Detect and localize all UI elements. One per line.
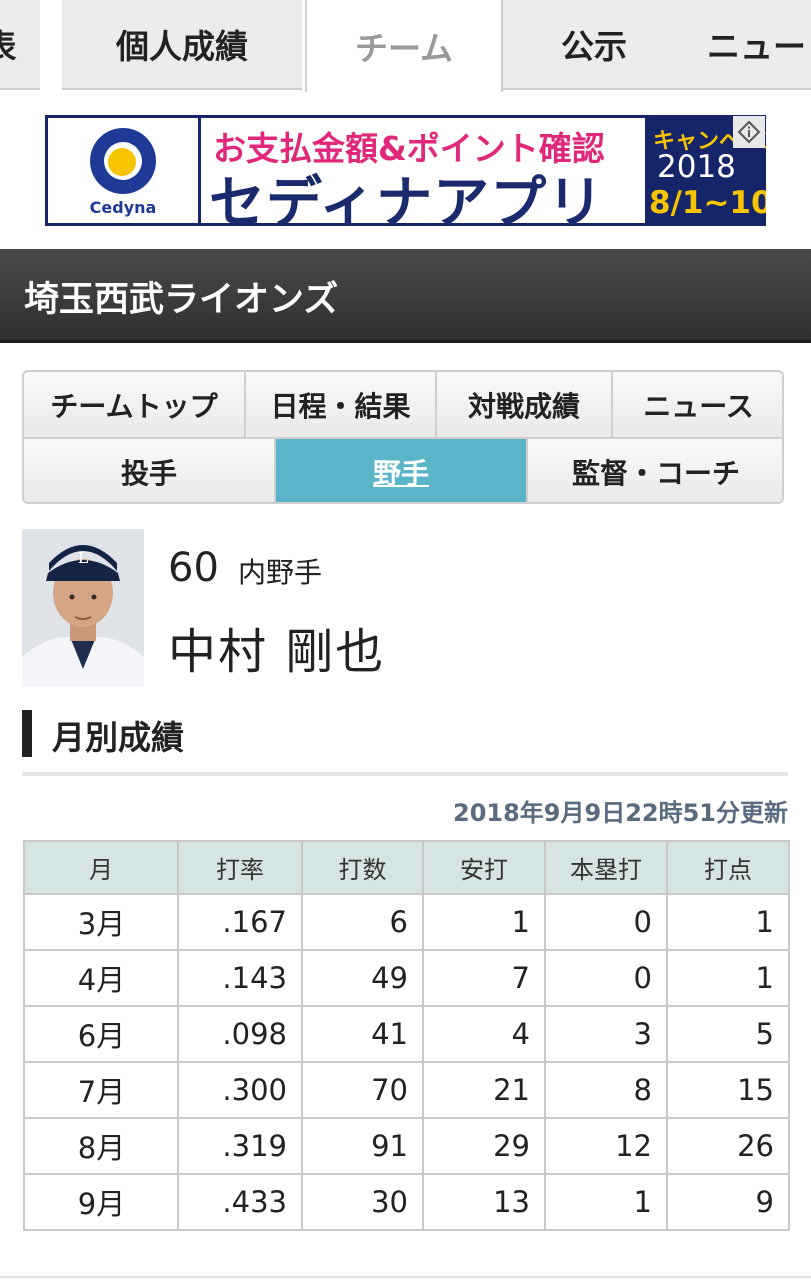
banner-copy: お支払金額&ポイント確認 セディナアプリ bbox=[201, 118, 645, 226]
team-header: 埼玉西武ライオンズ bbox=[0, 249, 811, 343]
subnav-news[interactable]: ニュース bbox=[613, 372, 782, 437]
table-row: 4月 .143 49 7 0 1 bbox=[23, 949, 790, 1007]
cell-home-runs: 3 bbox=[544, 1005, 668, 1063]
table-row: 3月 .167 6 1 0 1 bbox=[23, 893, 790, 951]
cedyna-logo: Cedyna bbox=[48, 118, 198, 223]
col-header-hits: 安打 bbox=[422, 840, 546, 895]
cell-home-runs: 1 bbox=[544, 1173, 668, 1231]
cell-home-runs: 0 bbox=[544, 949, 668, 1007]
cell-avg: .319 bbox=[177, 1117, 303, 1175]
col-header-rbi: 打点 bbox=[666, 840, 790, 895]
tab-team[interactable]: チーム bbox=[305, 0, 503, 92]
subnav-coaches[interactable]: 監督・コーチ bbox=[528, 439, 782, 502]
tab-hyo[interactable]: 表 bbox=[0, 0, 40, 90]
cell-at-bats: 91 bbox=[301, 1117, 424, 1175]
cell-home-runs: 0 bbox=[544, 893, 668, 951]
logo-text: Cedyna bbox=[89, 198, 157, 217]
section-divider bbox=[22, 772, 788, 776]
tab-label: 公示 bbox=[561, 27, 627, 66]
col-header-month: 月 bbox=[23, 840, 179, 895]
cell-at-bats: 6 bbox=[301, 893, 424, 951]
cell-avg: .300 bbox=[177, 1061, 303, 1119]
tab-news[interactable]: ニュー bbox=[685, 0, 811, 90]
table-row: 6月 .098 41 4 3 5 bbox=[23, 1005, 790, 1063]
svg-text:L: L bbox=[78, 548, 89, 567]
campaign-dates: 8/1~10/31 bbox=[649, 185, 766, 221]
cell-hits: 29 bbox=[422, 1117, 546, 1175]
cell-hits: 13 bbox=[422, 1173, 546, 1231]
campaign-year: 2018 bbox=[657, 149, 736, 185]
cell-rbi: 26 bbox=[666, 1117, 790, 1175]
col-header-avg: 打率 bbox=[177, 840, 303, 895]
cell-avg: .433 bbox=[177, 1173, 303, 1231]
cell-hits: 1 bbox=[422, 893, 546, 951]
subnav-matchups[interactable]: 対戦成績 bbox=[437, 372, 613, 437]
tab-label: 個人成績 bbox=[116, 27, 248, 66]
subnav-schedule-results[interactable]: 日程・結果 bbox=[246, 372, 437, 437]
cell-at-bats: 41 bbox=[301, 1005, 424, 1063]
table-row: 8月 .319 91 29 12 26 bbox=[23, 1117, 790, 1175]
subnav-fielders[interactable]: 野手 bbox=[276, 439, 528, 502]
tab-individual-stats[interactable]: 個人成績 bbox=[62, 0, 302, 90]
tab-label: ニュー bbox=[707, 27, 806, 66]
cell-month: 8月 bbox=[23, 1117, 179, 1175]
cell-month: 7月 bbox=[23, 1061, 179, 1119]
subnav-row-2: 投手 野手 監督・コーチ bbox=[24, 439, 782, 502]
cell-at-bats: 70 bbox=[301, 1061, 424, 1119]
cell-hits: 4 bbox=[422, 1005, 546, 1063]
table-row: 9月 .433 30 13 1 9 bbox=[23, 1173, 790, 1231]
player-photo: L bbox=[22, 529, 144, 687]
banner-app-name: セディナアプリ bbox=[209, 171, 605, 226]
section-accent-bar bbox=[22, 710, 32, 757]
updated-timestamp: 2018年9月9日22時51分更新 bbox=[453, 799, 788, 827]
subnav-team-top[interactable]: チームトップ bbox=[24, 372, 246, 437]
team-name: 埼玉西武ライオンズ bbox=[24, 280, 339, 320]
cell-avg: .143 bbox=[177, 949, 303, 1007]
player-number: 60 bbox=[168, 545, 219, 591]
ad-banner[interactable]: Cedyna お支払金額&ポイント確認 セディナアプリ キャンペーン 2018 … bbox=[45, 115, 766, 226]
cell-at-bats: 49 bbox=[301, 949, 424, 1007]
footer-divider bbox=[0, 1276, 811, 1278]
cell-month: 3月 bbox=[23, 893, 179, 951]
table-row: 7月 .300 70 21 8 15 bbox=[23, 1061, 790, 1119]
cell-at-bats: 30 bbox=[301, 1173, 424, 1231]
cell-rbi: 9 bbox=[666, 1173, 790, 1231]
cell-month: 9月 bbox=[23, 1173, 179, 1231]
cell-hits: 21 bbox=[422, 1061, 546, 1119]
player-name: 中村 剛也 bbox=[168, 624, 386, 680]
cell-avg: .167 bbox=[177, 893, 303, 951]
cell-home-runs: 8 bbox=[544, 1061, 668, 1119]
cell-avg: .098 bbox=[177, 1005, 303, 1063]
ad-info-icon[interactable] bbox=[733, 116, 765, 148]
tab-label: チーム bbox=[354, 29, 453, 68]
subnav-pitchers[interactable]: 投手 bbox=[24, 439, 276, 502]
team-subnav: チームトップ 日程・結果 対戦成績 ニュース 投手 野手 監督・コーチ bbox=[22, 370, 784, 504]
table-header-row: 月 打率 打数 安打 本塁打 打点 bbox=[23, 840, 790, 895]
cell-month: 6月 bbox=[23, 1005, 179, 1063]
cell-month: 4月 bbox=[23, 949, 179, 1007]
col-header-at-bats: 打数 bbox=[301, 840, 424, 895]
cell-rbi: 1 bbox=[666, 893, 790, 951]
subnav-row-1: チームトップ 日程・結果 対戦成績 ニュース bbox=[24, 372, 782, 439]
cell-rbi: 5 bbox=[666, 1005, 790, 1063]
player-position: 内野手 bbox=[238, 556, 323, 589]
monthly-stats-table: 月 打率 打数 安打 本塁打 打点 3月 .167 6 1 0 1 4月 .14… bbox=[23, 840, 790, 1231]
cell-home-runs: 12 bbox=[544, 1117, 668, 1175]
col-header-home-runs: 本塁打 bbox=[544, 840, 668, 895]
top-tab-bar: 表 個人成績 チーム 公示 ニュー bbox=[0, 0, 811, 92]
tab-label: 表 bbox=[0, 27, 17, 66]
cell-rbi: 1 bbox=[666, 949, 790, 1007]
tab-announcements[interactable]: 公示 bbox=[503, 0, 685, 90]
cell-hits: 7 bbox=[422, 949, 546, 1007]
section-title: 月別成績 bbox=[52, 718, 184, 757]
cell-rbi: 15 bbox=[666, 1061, 790, 1119]
